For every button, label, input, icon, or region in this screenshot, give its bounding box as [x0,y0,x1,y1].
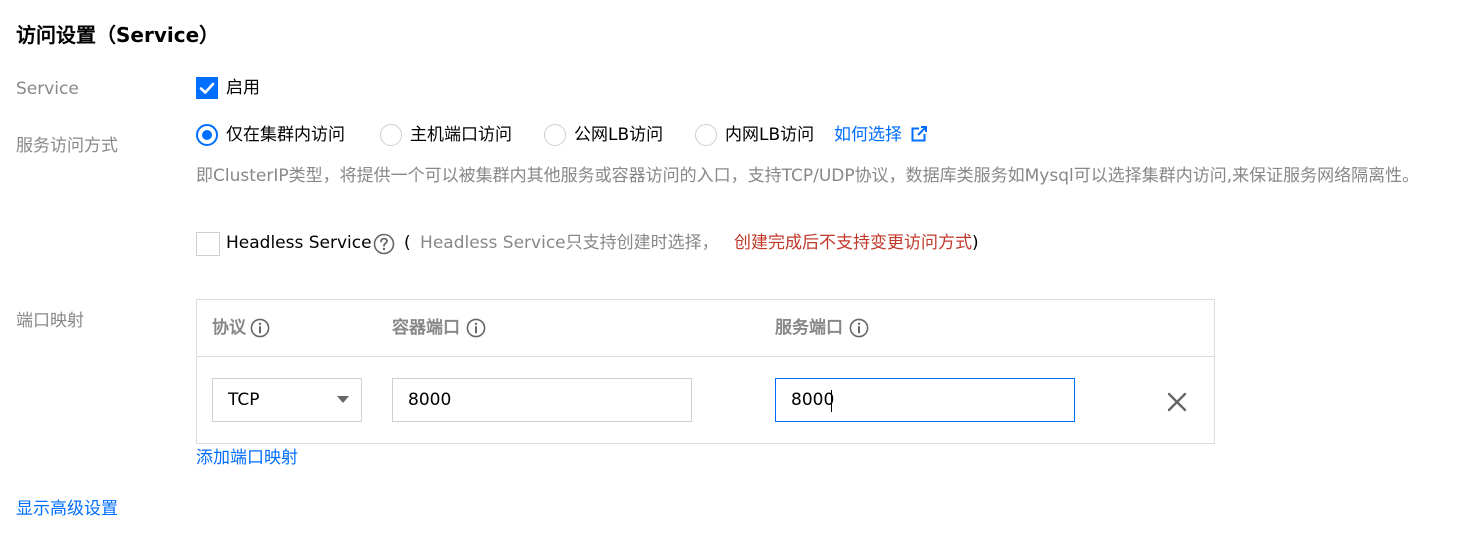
checkmark-icon [199,82,215,94]
add-port-mapping-link[interactable]: 添加端口映射 [196,446,298,470]
info-icon[interactable] [849,318,869,338]
access-mode-label: 服务访问方式 [16,136,118,156]
service-enable-label[interactable]: 启用 [226,76,260,100]
radio-host-port[interactable] [380,124,402,146]
column-header-protocol: 协议 [212,316,246,340]
caret-down-icon [337,396,349,403]
access-mode-description: 即ClusterIP类型，将提供一个可以被集群内其他服务或容器访问的入口，支持T… [196,166,1420,186]
port-mapping-label: 端口映射 [16,311,84,331]
radio-cluster-only[interactable] [196,124,218,146]
radio-cluster-only-label[interactable]: 仅在集群内访问 [226,123,345,147]
column-header-service-port-label: 服务端口 [775,318,843,338]
close-icon[interactable] [1167,392,1187,412]
service-enable-checkbox[interactable] [196,77,218,99]
headless-note-open-paren: ( [404,233,411,253]
column-header-protocol-label: 协议 [212,318,246,338]
how-to-choose-link-label[interactable]: 如何选择 [834,125,902,145]
section-title: 访问设置（Service） [16,23,220,47]
how-to-choose-link[interactable]: 如何选择 [834,123,928,147]
protocol-select[interactable]: TCP [212,378,362,422]
service-port-input[interactable]: 8000 [775,378,1075,422]
protocol-select-value: TCP [228,390,260,410]
radio-internal-lb-label[interactable]: 内网LB访问 [725,123,814,147]
port-mapping-header-divider [197,356,1215,357]
headless-service-label[interactable]: Headless Service [226,231,372,255]
info-icon[interactable] [466,318,486,338]
column-header-container-port-label: 容器端口 [392,318,460,338]
external-link-icon [911,126,928,142]
show-advanced-settings-link[interactable]: 显示高级设置 [16,497,118,521]
headless-note: ( Headless Service只支持创建时选择， 创建完成后不支持变更访问… [404,231,979,255]
service-label: Service [16,79,79,99]
port-mapping-table [196,299,1215,444]
radio-internal-lb[interactable] [695,124,717,146]
container-port-input[interactable]: 8000 [392,378,692,422]
radio-public-lb-label[interactable]: 公网LB访问 [574,123,663,147]
column-header-service-port: 服务端口 [775,316,843,340]
radio-host-port-label[interactable]: 主机端口访问 [410,123,512,147]
headless-service-checkbox[interactable] [196,232,220,256]
column-header-container-port: 容器端口 [392,316,460,340]
text-cursor [831,390,832,412]
info-icon[interactable] [250,318,270,338]
container-port-value: 8000 [408,390,452,410]
question-circle-icon[interactable] [373,233,395,255]
headless-note-gray: Headless Service只支持创建时选择， [420,233,719,253]
service-port-value: 8000 [791,390,835,410]
headless-note-warning: 创建完成后不支持变更访问方式 [734,233,973,253]
radio-public-lb[interactable] [544,124,566,146]
headless-note-close-paren: ) [972,233,979,253]
